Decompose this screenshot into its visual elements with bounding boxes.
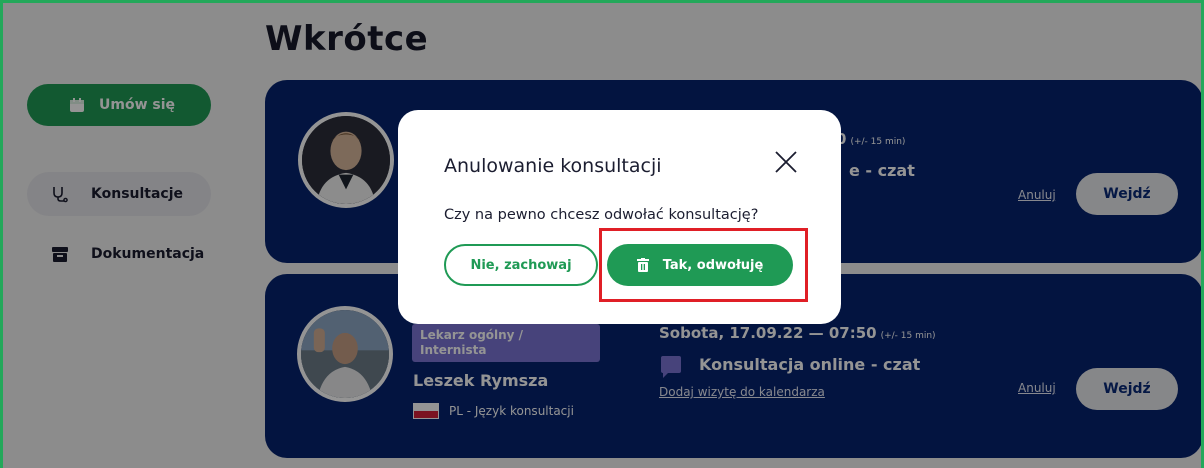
highlight-annotation	[599, 228, 808, 302]
keep-consultation-button[interactable]: Nie, zachowaj	[444, 244, 598, 286]
dialog-title: Anulowanie konsultacji	[444, 155, 662, 177]
close-icon[interactable]	[774, 150, 798, 174]
app-frame: Wkrótce Umów się Konsultacje Dokumentacj…	[0, 0, 1204, 468]
dialog-question: Czy na pewno chcesz odwołać konsultację?	[444, 207, 759, 223]
